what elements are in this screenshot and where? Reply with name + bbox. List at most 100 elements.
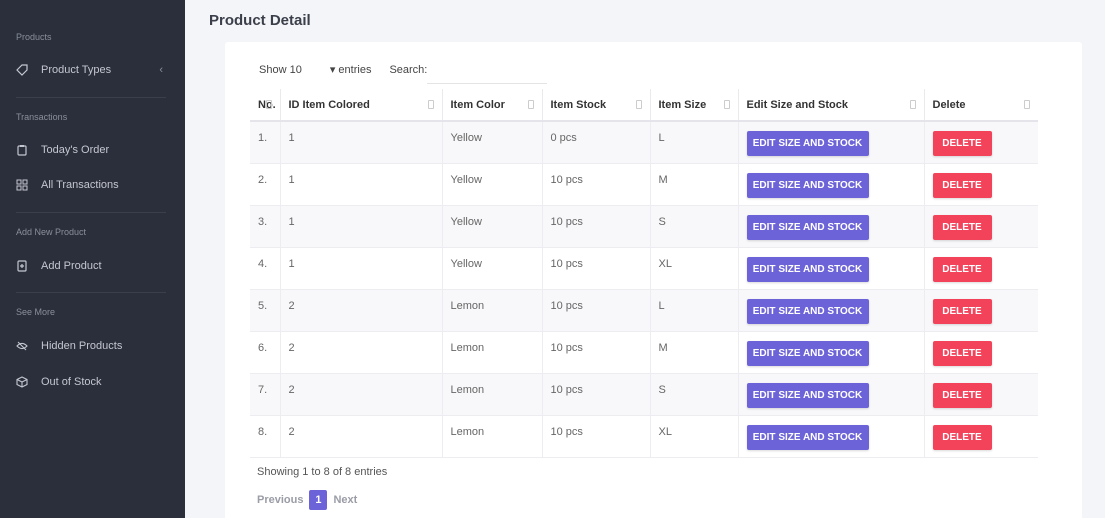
delete-button[interactable]: DELETE <box>932 214 992 240</box>
box-icon <box>16 376 28 388</box>
cell-size: S <box>649 204 739 248</box>
product-detail-table: No. ID Item Colored Item Color Item Stock It… <box>250 89 1038 458</box>
sidebar-item-out-of-stock[interactable]: Out of Stock <box>0 371 185 393</box>
cell-delete: DELETE <box>923 204 1038 248</box>
cell-size: L <box>649 288 739 332</box>
cell-color: Yellow <box>441 204 543 248</box>
sidebar-section-products: Products <box>16 32 52 42</box>
edit-size-and-stock-button[interactable]: EDIT SIZE AND STOCK <box>746 256 869 282</box>
column-header-label: Edit Size and Stock <box>746 98 848 111</box>
column-header-label: ID Item Colored <box>288 98 370 111</box>
delete-button[interactable]: DELETE <box>932 424 992 450</box>
sidebar-divider <box>16 292 166 293</box>
cell-color: Yellow <box>441 246 543 290</box>
next-page-button[interactable]: Next <box>333 494 357 506</box>
page-length-select[interactable]: ▾ entries <box>330 63 372 76</box>
delete-button[interactable]: DELETE <box>932 172 992 198</box>
table-row: 7. 2 Lemon 10 pcs S EDIT SIZE AND STOCK DELETE <box>250 372 1038 416</box>
search-label: Search: <box>389 63 428 76</box>
cell-id: 2 <box>279 288 443 332</box>
column-header-item-stock[interactable]: Item Stock <box>541 89 651 122</box>
cell-delete: DELETE <box>923 120 1038 164</box>
cell-edit: EDIT SIZE AND STOCK <box>737 330 925 374</box>
page-length-value[interactable]: 10 <box>290 64 302 76</box>
sidebar-item-add-product[interactable]: Add Product <box>0 255 185 277</box>
show-label: Show <box>259 63 287 76</box>
sidebar-item-hidden-products[interactable]: Hidden Products <box>0 335 185 357</box>
cell-delete: DELETE <box>923 246 1038 290</box>
table-row: 5. 2 Lemon 10 pcs L EDIT SIZE AND STOCK DELETE <box>250 288 1038 332</box>
cell-stock: 10 pcs <box>541 372 651 416</box>
table-body: 1. 1 Yellow 0 pcs L EDIT SIZE AND STOCK DELETE… <box>250 120 1038 458</box>
column-header-edit-size-and-stock[interactable]: Edit Size and Stock <box>737 89 925 122</box>
sidebar-item-label: Out of Stock <box>41 376 102 388</box>
cell-color: Lemon <box>441 330 543 374</box>
sidebar-divider <box>16 212 166 213</box>
cell-delete: DELETE <box>923 288 1038 332</box>
sidebar-section-see-more: See More <box>16 307 56 317</box>
cell-edit: EDIT SIZE AND STOCK <box>737 120 925 164</box>
cell-id: 2 <box>279 372 443 416</box>
cell-size: M <box>649 162 739 206</box>
sidebar-divider <box>16 97 166 98</box>
cell-id: 1 <box>279 246 443 290</box>
cell-stock: 10 pcs <box>541 288 651 332</box>
cell-size: S <box>649 372 739 416</box>
cell-no: 2. <box>250 162 281 206</box>
cell-no: 4. <box>250 246 281 290</box>
cell-no: 1. <box>250 120 281 164</box>
sidebar-section-transactions: Transactions <box>16 112 68 122</box>
cell-delete: DELETE <box>923 414 1038 458</box>
column-header-delete[interactable]: Delete <box>923 89 1038 122</box>
sidebar-item-label: Add Product <box>41 260 102 272</box>
sidebar-item-todays-order[interactable]: Today's Order <box>0 139 185 161</box>
table-controls: Show 10 ▾ entries Search: <box>259 63 428 77</box>
edit-size-and-stock-button[interactable]: EDIT SIZE AND STOCK <box>746 382 869 408</box>
sort-icon <box>527 100 534 109</box>
cell-no: 3. <box>250 204 281 248</box>
page-title: Product Detail <box>209 12 311 29</box>
cell-stock: 10 pcs <box>541 204 651 248</box>
edit-size-and-stock-button[interactable]: EDIT SIZE AND STOCK <box>746 340 869 366</box>
chevron-left-icon: ‹ <box>159 64 163 76</box>
edit-size-and-stock-button[interactable]: EDIT SIZE AND STOCK <box>746 298 869 324</box>
table-row: 6. 2 Lemon 10 pcs M EDIT SIZE AND STOCK DELETE <box>250 330 1038 374</box>
search-input[interactable] <box>427 60 547 84</box>
clipboard-icon <box>16 144 28 156</box>
sidebar-item-label: All Transactions <box>41 179 119 191</box>
column-header-no[interactable]: No. <box>250 89 281 122</box>
column-header-id-item-colored[interactable]: ID Item Colored <box>279 89 443 122</box>
delete-button[interactable]: DELETE <box>932 298 992 324</box>
column-header-item-color[interactable]: Item Color <box>441 89 543 122</box>
cell-color: Yellow <box>441 162 543 206</box>
sidebar-item-all-transactions[interactable]: All Transactions <box>0 174 185 196</box>
page-1-button[interactable]: 1 <box>309 490 328 510</box>
table-row: 8. 2 Lemon 10 pcs XL EDIT SIZE AND STOCK DELET… <box>250 414 1038 458</box>
cell-id: 1 <box>279 162 443 206</box>
column-header-item-size[interactable]: Item Size <box>649 89 739 122</box>
sort-icon <box>1024 100 1030 109</box>
cell-id: 1 <box>279 120 443 164</box>
grid-icon <box>16 179 28 191</box>
cell-no: 7. <box>250 372 281 416</box>
sort-icon <box>723 100 730 109</box>
cell-edit: EDIT SIZE AND STOCK <box>737 288 925 332</box>
delete-button[interactable]: DELETE <box>932 256 992 282</box>
sort-icon <box>265 100 272 109</box>
sidebar: Products Product Types ‹ Transactions To… <box>0 0 185 518</box>
delete-button[interactable]: DELETE <box>932 382 992 408</box>
edit-size-and-stock-button[interactable]: EDIT SIZE AND STOCK <box>746 214 869 240</box>
previous-page-button[interactable]: Previous <box>257 494 303 506</box>
edit-size-and-stock-button[interactable]: EDIT SIZE AND STOCK <box>746 131 869 156</box>
sort-icon <box>427 100 434 109</box>
sidebar-item-label: Product Types <box>41 64 112 76</box>
delete-button[interactable]: DELETE <box>932 340 992 366</box>
cell-edit: EDIT SIZE AND STOCK <box>737 162 925 206</box>
cell-edit: EDIT SIZE AND STOCK <box>737 246 925 290</box>
edit-size-and-stock-button[interactable]: EDIT SIZE AND STOCK <box>746 172 869 198</box>
sidebar-item-product-types[interactable]: Product Types ‹ <box>0 59 185 81</box>
delete-button[interactable]: DELETE <box>932 131 992 156</box>
file-plus-icon <box>16 260 28 272</box>
cell-size: M <box>649 330 739 374</box>
edit-size-and-stock-button[interactable]: EDIT SIZE AND STOCK <box>746 424 869 450</box>
